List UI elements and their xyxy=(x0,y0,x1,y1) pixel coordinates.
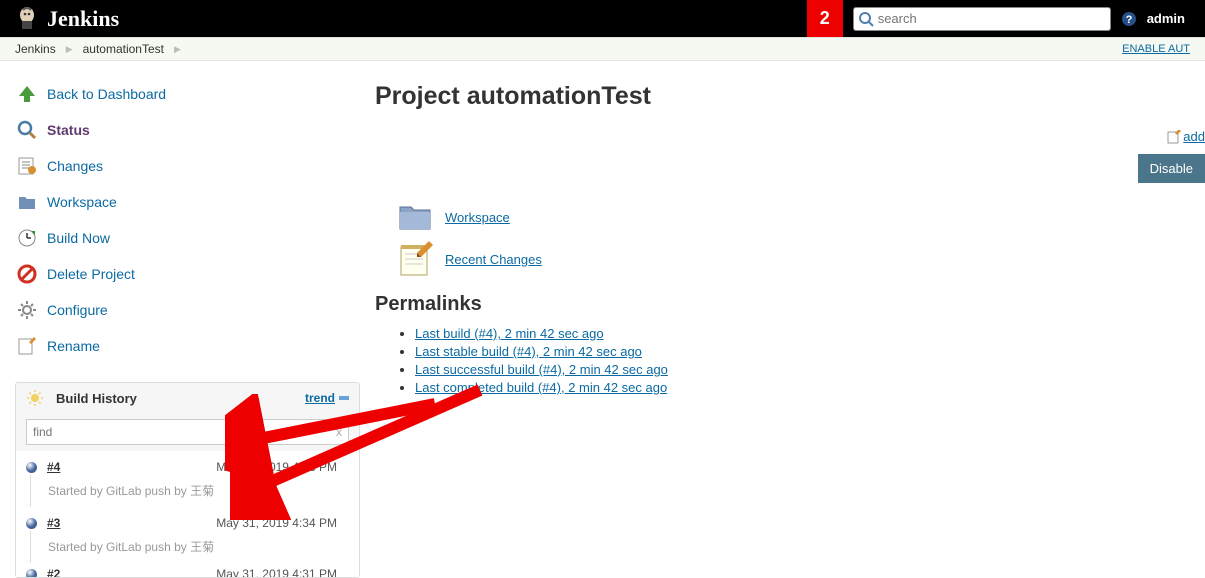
nav-label: Changes xyxy=(47,158,103,174)
sun-icon xyxy=(26,389,44,407)
permalink-item: Last successful build (#4), 2 min 42 sec… xyxy=(415,362,1205,377)
help-icon[interactable]: ? xyxy=(1121,11,1137,27)
build-number-link[interactable]: #4 xyxy=(47,460,60,474)
folder-icon xyxy=(15,190,39,214)
project-links: Workspace Recent Changes xyxy=(395,197,1205,279)
permalink-link[interactable]: Last build (#4), 2 min 42 sec ago xyxy=(415,326,604,341)
build-status-orb-icon xyxy=(26,518,37,529)
nav-label: Configure xyxy=(47,302,108,318)
up-arrow-icon xyxy=(15,82,39,106)
rename-icon xyxy=(15,334,39,358)
top-header: Jenkins 2 ? admin xyxy=(0,0,1205,37)
gear-icon xyxy=(15,298,39,322)
breadcrumb-item[interactable]: Jenkins xyxy=(15,42,62,56)
alert-badge[interactable]: 2 xyxy=(807,0,843,37)
permalinks-list: Last build (#4), 2 min 42 sec ago Last s… xyxy=(375,326,1205,395)
side-nav: Back to Dashboard Status Changes Workspa… xyxy=(15,76,360,364)
nav-delete-project[interactable]: Delete Project xyxy=(15,256,360,292)
annotation-arrow-icon xyxy=(230,380,490,520)
svg-text:?: ? xyxy=(1125,14,1132,26)
breadcrumb-bar: Jenkins ▶ automationTest ▶ ENABLE AUT xyxy=(0,37,1205,61)
permalinks-title: Permalinks xyxy=(375,293,1205,316)
nav-label: Workspace xyxy=(47,194,117,210)
clock-icon xyxy=(15,226,39,250)
permalink-link[interactable]: Last stable build (#4), 2 min 42 sec ago xyxy=(415,344,642,359)
nav-rename[interactable]: Rename xyxy=(15,328,360,364)
permalink-link[interactable]: Last successful build (#4), 2 min 42 sec… xyxy=(415,362,668,377)
workspace-link[interactable]: Workspace xyxy=(445,210,510,225)
workspace-link-row[interactable]: Workspace xyxy=(395,197,1205,237)
disable-project-button[interactable]: Disable xyxy=(1138,154,1205,183)
page-title: Project automationTest xyxy=(375,82,1205,111)
permalink-item: Last completed build (#4), 2 min 42 sec … xyxy=(415,380,1205,395)
edit-icon xyxy=(1167,130,1181,144)
build-number-link[interactable]: #3 xyxy=(47,516,60,530)
delete-icon xyxy=(15,262,39,286)
breadcrumb-item[interactable]: automationTest xyxy=(83,42,170,56)
breadcrumb-separator-icon: ▶ xyxy=(170,44,191,55)
magnifier-icon xyxy=(15,118,39,142)
permalink-item: Last build (#4), 2 min 42 sec ago xyxy=(415,326,1205,341)
timeline-line xyxy=(30,531,31,563)
search-input[interactable] xyxy=(874,11,1106,26)
recent-changes-link-row[interactable]: Recent Changes xyxy=(395,239,1205,279)
logo-area[interactable]: Jenkins xyxy=(0,4,119,34)
user-link[interactable]: admin xyxy=(1147,11,1185,26)
build-status-orb-icon xyxy=(26,569,37,578)
nav-changes[interactable]: Changes xyxy=(15,148,360,184)
nav-status[interactable]: Status xyxy=(15,112,360,148)
nav-label: Rename xyxy=(47,338,100,354)
build-status-orb-icon xyxy=(26,462,37,473)
search-magnifier-icon xyxy=(858,11,874,27)
nav-build-now[interactable]: Build Now xyxy=(15,220,360,256)
nav-configure[interactable]: Configure xyxy=(15,292,360,328)
build-row[interactable]: #2 May 31, 2019 4:31 PM xyxy=(16,563,359,577)
build-cause: Started by GitLab push by 王菊 xyxy=(26,530,349,563)
add-description-label: add xyxy=(1183,129,1205,144)
add-description-link[interactable]: add xyxy=(1167,129,1205,144)
notepad-icon xyxy=(395,239,435,279)
recent-changes-link[interactable]: Recent Changes xyxy=(445,252,542,267)
build-number-link[interactable]: #2 xyxy=(47,567,60,577)
enable-auto-refresh-link[interactable]: ENABLE AUT xyxy=(1122,43,1190,55)
nav-back-to-dashboard[interactable]: Back to Dashboard xyxy=(15,76,360,112)
header-search: ? admin xyxy=(853,7,1205,31)
top-actions: add Disable xyxy=(375,129,1205,183)
permalink-item: Last stable build (#4), 2 min 42 sec ago xyxy=(415,344,1205,359)
brand-name: Jenkins xyxy=(47,6,119,32)
jenkins-logo-icon xyxy=(15,4,39,34)
nav-workspace[interactable]: Workspace xyxy=(15,184,360,220)
build-date: May 31, 2019 4:31 PM xyxy=(216,567,337,577)
folder-large-icon xyxy=(395,197,435,237)
breadcrumb-separator-icon: ▶ xyxy=(62,44,83,55)
search-box[interactable] xyxy=(853,7,1111,31)
main-content: Project automationTest add Disable Works… xyxy=(375,76,1205,578)
changes-icon xyxy=(15,154,39,178)
nav-label: Build Now xyxy=(47,230,110,246)
nav-label: Delete Project xyxy=(47,266,135,282)
timeline-line xyxy=(30,475,31,507)
nav-label: Back to Dashboard xyxy=(47,86,166,102)
nav-label: Status xyxy=(47,122,90,138)
